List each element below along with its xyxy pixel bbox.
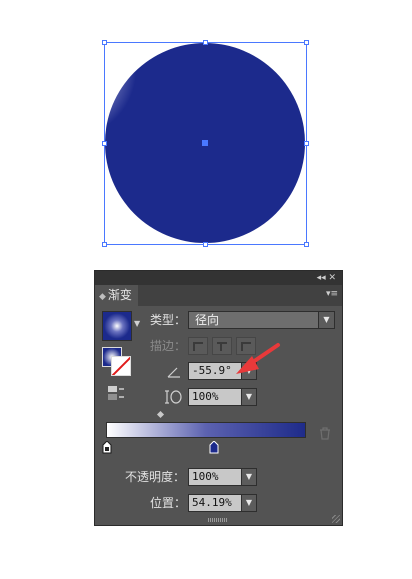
red-annotation-arrow: [236, 343, 280, 374]
